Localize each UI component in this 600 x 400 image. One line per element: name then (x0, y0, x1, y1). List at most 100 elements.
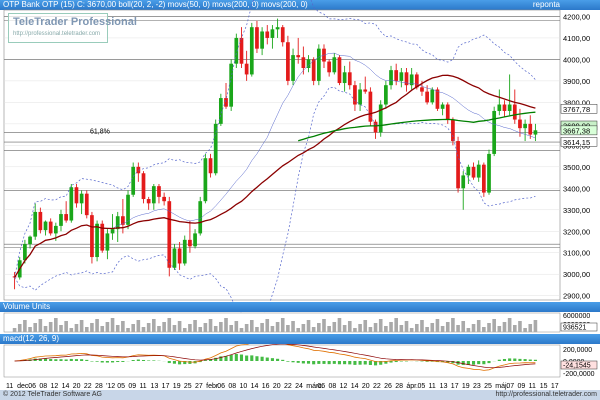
macd-histogram-bar (69, 358, 73, 361)
volume-bar (177, 321, 182, 332)
macd-histogram-bar (353, 361, 357, 365)
candle-body (420, 87, 424, 92)
candle-body (296, 55, 301, 58)
volume-bar (141, 327, 146, 332)
macd-histogram-bar (368, 361, 372, 365)
teletrader-logo: TeleTrader Professional http://professio… (8, 13, 137, 43)
candle-body (440, 104, 445, 109)
macd-histogram-bar (255, 356, 259, 361)
volume-bar (497, 326, 502, 332)
candle-body (497, 104, 502, 111)
candle-body (384, 85, 388, 105)
candle-body (203, 158, 208, 202)
copyright: © 2012 TeleTrader Software AG (3, 391, 102, 398)
volume-bar (533, 320, 538, 332)
macd-histogram-bar (322, 361, 326, 364)
plot-area (3, 9, 561, 301)
y-tick-label: 4000,00 (563, 55, 590, 64)
macd-histogram-bar (172, 361, 176, 364)
volume-bar (378, 319, 383, 332)
x-tick-label: 20 (73, 383, 81, 390)
macd-histogram-bar (239, 354, 244, 361)
volume-bar (358, 324, 362, 332)
y-tick-label: 3900,00 (563, 77, 590, 86)
x-tick-label: 09 (128, 383, 136, 390)
candle-body (177, 248, 182, 264)
x-tick-label: 26 (384, 383, 392, 390)
candle-body (172, 248, 177, 268)
logo-title: TeleTrader Professional (13, 16, 137, 28)
macd-histogram-bar (276, 358, 280, 361)
volume-bar (440, 326, 445, 332)
volume-bar (311, 327, 316, 332)
candle-body (327, 61, 332, 73)
macd-label: macd(12, 26, 9) (3, 334, 60, 343)
macd-histogram-bar (245, 355, 249, 361)
volume-bar (239, 328, 244, 332)
macd-histogram-bar (111, 361, 115, 363)
macd-histogram-bar (250, 355, 254, 361)
candle-body (456, 141, 460, 189)
candle-body (131, 166, 136, 195)
volume-bar (121, 321, 125, 332)
volume-last-value: 936521 (563, 325, 586, 332)
macd-histogram-bar (234, 354, 238, 361)
x-tick-label: 05 (417, 383, 425, 390)
volume-bar (322, 319, 326, 332)
volume-bar (79, 320, 84, 332)
y-tick-label: 4200,00 (563, 12, 590, 21)
macd-histogram-bar (332, 361, 336, 364)
candle-body (244, 63, 249, 75)
x-tick-label: 16 (262, 383, 270, 390)
volume-bar (471, 324, 476, 332)
macd-histogram-bar (291, 361, 295, 363)
volume-bar (296, 328, 301, 332)
candle-body (151, 186, 156, 204)
candle-body (523, 123, 527, 129)
candle-body (337, 57, 342, 84)
footer-url: http://professional.teletrader.com (495, 391, 597, 398)
x-tick-label: 10 (240, 383, 248, 390)
volume-bar (280, 318, 285, 332)
x-tick-label: 06 (317, 383, 325, 390)
x-tick-label: 24 (295, 383, 303, 390)
candle-body (23, 244, 27, 261)
volume-bar (451, 318, 455, 332)
x-tick-label: 11 (529, 383, 536, 390)
x-tick-label: 19 (173, 383, 181, 390)
volume-bar (435, 319, 440, 332)
volume-bar (347, 321, 352, 332)
x-tick-label: 25 (184, 383, 192, 390)
candle-body (394, 70, 399, 81)
x-tick-label: 06 (217, 383, 225, 390)
volume-bar (456, 325, 460, 332)
x-tick-label: 22 (84, 383, 92, 390)
volume-bar (208, 319, 213, 332)
candle-body (260, 31, 264, 49)
x-tick-label: 25 (484, 383, 492, 390)
candle-body (533, 130, 538, 135)
candle-body (378, 104, 383, 133)
x-tick-label: 17 (551, 383, 559, 390)
volume-bar (409, 328, 414, 332)
volume-bar (260, 323, 264, 332)
candle-body (332, 57, 337, 73)
volume-bar (131, 324, 135, 332)
candle-body (90, 215, 94, 258)
volume-bar (69, 328, 74, 332)
price-label: 3667,38 (563, 126, 590, 135)
candle-body (193, 233, 197, 247)
macd-histogram-bar (131, 360, 135, 361)
volume-bar (265, 319, 270, 332)
x-tick-label: 13 (151, 383, 159, 390)
volume-bar (28, 327, 32, 332)
candle-body (507, 104, 512, 111)
candle-body (471, 166, 476, 178)
x-tick-label: 11 (429, 383, 436, 390)
volume-bar (126, 328, 130, 332)
candle-body (430, 89, 435, 103)
macd-histogram-bar (74, 359, 79, 361)
volume-bar (229, 325, 233, 332)
x-tick-label: '12 (106, 383, 115, 390)
macd-histogram-bar (497, 359, 501, 361)
